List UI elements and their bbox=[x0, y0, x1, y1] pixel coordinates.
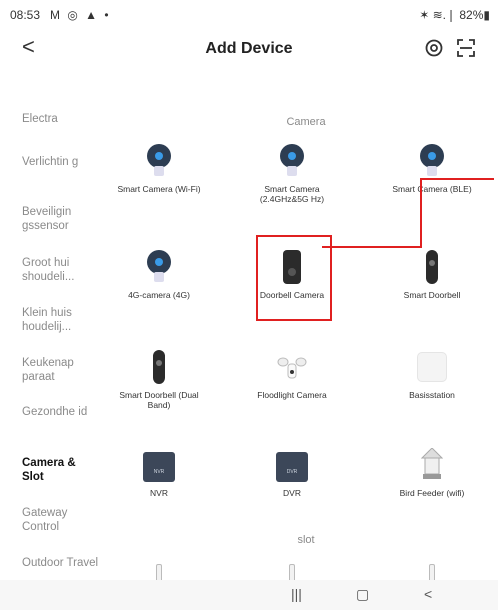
device-tile[interactable]: Bird Feeder (wifi) bbox=[387, 448, 477, 498]
category-item[interactable]: Klein huis houdelij... bbox=[22, 306, 100, 334]
add-device-screen: 08:53 M ◎ ▲ • ✶ ≋.❘ 82%▮ < Add Device El… bbox=[0, 0, 498, 610]
home-button[interactable]: ▢ bbox=[356, 586, 369, 603]
camera-icon bbox=[415, 144, 449, 178]
base-station-icon bbox=[415, 350, 449, 384]
device-label: Smart Camera (Wi-Fi) bbox=[117, 184, 201, 194]
camera-icon bbox=[142, 250, 176, 284]
qr-scan-icon[interactable] bbox=[456, 38, 476, 58]
annotation-line bbox=[420, 178, 422, 248]
recent-apps-button[interactable]: ||| bbox=[291, 586, 302, 602]
device-tile[interactable]: Smart Doorbell (Dual Band) bbox=[114, 350, 204, 410]
category-item[interactable]: Gezondhe id bbox=[22, 405, 100, 419]
system-navbar: ||| ▢ < bbox=[0, 580, 498, 610]
section-title-camera: Camera bbox=[286, 116, 326, 128]
camera-icon bbox=[142, 144, 176, 178]
device-tile-doorbell-camera[interactable]: Doorbell Camera bbox=[247, 250, 337, 300]
device-label: Basisstation bbox=[409, 390, 455, 400]
doorbell-icon bbox=[415, 250, 449, 284]
device-tile[interactable]: 4G-camera (4G) bbox=[114, 250, 204, 300]
category-item-active[interactable]: Camera & Slot bbox=[22, 456, 100, 484]
device-tile[interactable]: Smart Camera (2.4GHz&5G Hz) bbox=[247, 144, 337, 204]
device-tile[interactable]: DVR DVR bbox=[247, 448, 337, 498]
doorbell-icon bbox=[275, 250, 309, 284]
header: < Add Device bbox=[0, 30, 498, 68]
device-tile[interactable]: Smart Doorbell bbox=[387, 250, 477, 300]
auto-scan-icon[interactable] bbox=[424, 38, 444, 58]
camera-icon bbox=[275, 144, 309, 178]
annotation-line bbox=[322, 246, 422, 248]
system-status-icons: ✶ ≋.❘ 82%▮ bbox=[419, 8, 490, 22]
bird-feeder-icon bbox=[415, 448, 449, 482]
category-item[interactable]: Beveiligin gssensor bbox=[22, 205, 100, 233]
section-title-slot: slot bbox=[297, 534, 315, 546]
floodlight-icon bbox=[275, 350, 309, 384]
device-tile[interactable]: Basisstation bbox=[387, 350, 477, 400]
status-bar: 08:53 M ◎ ▲ • ✶ ≋.❘ 82%▮ bbox=[0, 0, 498, 30]
category-item[interactable]: Groot hui shoudeli... bbox=[22, 256, 100, 284]
category-item[interactable]: Keukenap paraat bbox=[22, 356, 100, 384]
system-back-button[interactable]: < bbox=[424, 586, 432, 602]
dvr-icon: DVR bbox=[275, 448, 309, 482]
device-tile[interactable]: Smart Camera (Wi-Fi) bbox=[114, 144, 204, 194]
device-tile[interactable]: Smart Camera (BLE) bbox=[387, 144, 477, 194]
device-label: NVR bbox=[150, 488, 168, 498]
category-item[interactable]: Verlichtin g bbox=[22, 155, 100, 169]
category-item[interactable]: Outdoor Travel bbox=[22, 556, 100, 570]
device-label: Bird Feeder (wifi) bbox=[399, 488, 465, 498]
device-label: Doorbell Camera bbox=[259, 290, 325, 300]
device-tile[interactable]: Floodlight Camera bbox=[247, 350, 337, 400]
nvr-icon: NVR bbox=[142, 448, 176, 482]
device-label: Smart Camera (BLE) bbox=[392, 184, 472, 194]
device-label: Smart Camera (2.4GHz&5G Hz) bbox=[259, 184, 325, 204]
doorbell-icon bbox=[142, 350, 176, 384]
device-tile[interactable]: NVR NVR bbox=[114, 448, 204, 498]
device-label: 4G-camera (4G) bbox=[128, 290, 190, 300]
device-label: Smart Doorbell bbox=[403, 290, 461, 300]
status-time: 08:53 bbox=[10, 8, 41, 22]
category-item[interactable]: Gateway Control bbox=[22, 506, 100, 534]
device-label: Floodlight Camera bbox=[257, 390, 327, 400]
device-label: Smart Doorbell (Dual Band) bbox=[119, 390, 199, 410]
device-label: DVR bbox=[283, 488, 301, 498]
notification-icons: M ◎ ▲ • bbox=[50, 8, 111, 22]
category-item[interactable]: Electra bbox=[22, 112, 100, 126]
